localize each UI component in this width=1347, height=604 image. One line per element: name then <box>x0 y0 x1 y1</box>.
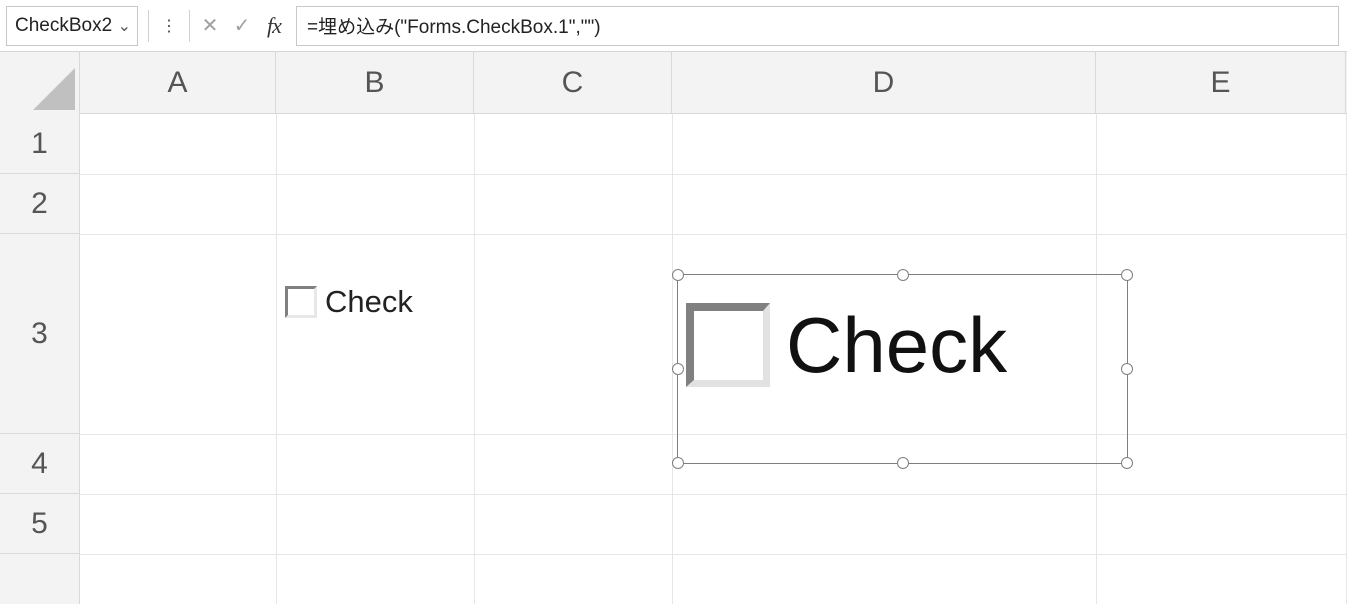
column-header-a[interactable]: A <box>80 52 276 113</box>
checkbox-icon <box>686 303 770 387</box>
gridline <box>80 234 1347 235</box>
row-header-3[interactable]: 3 <box>0 234 79 434</box>
checkbox-control-large[interactable]: Check <box>686 303 1007 387</box>
cancel-icon[interactable]: ✕ <box>196 10 224 42</box>
resize-handle[interactable] <box>1121 363 1133 375</box>
fx-icon[interactable]: fx <box>260 10 288 42</box>
resize-handle[interactable] <box>897 269 909 281</box>
gridline <box>672 114 673 604</box>
gridline <box>276 114 277 604</box>
column-header-e[interactable]: E <box>1096 52 1346 113</box>
row-header-5[interactable]: 5 <box>0 494 79 554</box>
gridline <box>80 554 1347 555</box>
resize-handle[interactable] <box>672 457 684 469</box>
checkbox-label: Check <box>325 284 413 320</box>
row-header-1[interactable]: 1 <box>0 114 79 174</box>
column-headers: A B C D E <box>0 52 1347 114</box>
checkbox-icon <box>285 286 317 318</box>
gridline <box>80 494 1347 495</box>
column-header-d[interactable]: D <box>672 52 1096 113</box>
spreadsheet: A B C D E 1 2 3 4 5 Check <box>0 52 1347 604</box>
formula-buttons: ⋮ ✕ ✓ fx <box>146 6 288 46</box>
resize-handle[interactable] <box>897 457 909 469</box>
enter-icon[interactable]: ✓ <box>228 10 256 42</box>
formula-bar: CheckBox2 ⌄ ⋮ ✕ ✓ fx =埋め込み("Forms.CheckB… <box>0 0 1347 52</box>
resize-handle[interactable] <box>672 269 684 281</box>
resize-handle[interactable] <box>672 363 684 375</box>
name-box-value: CheckBox2 <box>15 15 112 37</box>
resize-handle[interactable] <box>1121 457 1133 469</box>
checkbox-label: Check <box>786 306 1007 384</box>
selected-object-frame[interactable]: Check <box>677 274 1128 464</box>
chevron-down-icon: ⌄ <box>118 16 131 36</box>
formula-input[interactable]: =埋め込み("Forms.CheckBox.1","") <box>296 6 1339 46</box>
separator <box>189 10 190 42</box>
column-header-b[interactable]: B <box>276 52 474 113</box>
name-box[interactable]: CheckBox2 ⌄ <box>6 6 138 46</box>
column-header-c[interactable]: C <box>474 52 672 113</box>
row-headers: 1 2 3 4 5 <box>0 114 80 604</box>
resize-handle[interactable] <box>1121 269 1133 281</box>
row-header-2[interactable]: 2 <box>0 174 79 234</box>
more-icon[interactable]: ⋮ <box>155 10 183 42</box>
select-all-corner[interactable] <box>0 52 80 114</box>
checkbox-control-small[interactable]: Check <box>285 284 413 320</box>
gridline <box>80 174 1347 175</box>
formula-input-value: =埋め込み("Forms.CheckBox.1","") <box>307 12 601 39</box>
cells-area[interactable]: Check Check <box>80 114 1347 604</box>
gridline <box>474 114 475 604</box>
separator <box>148 10 149 42</box>
row-header-4[interactable]: 4 <box>0 434 79 494</box>
